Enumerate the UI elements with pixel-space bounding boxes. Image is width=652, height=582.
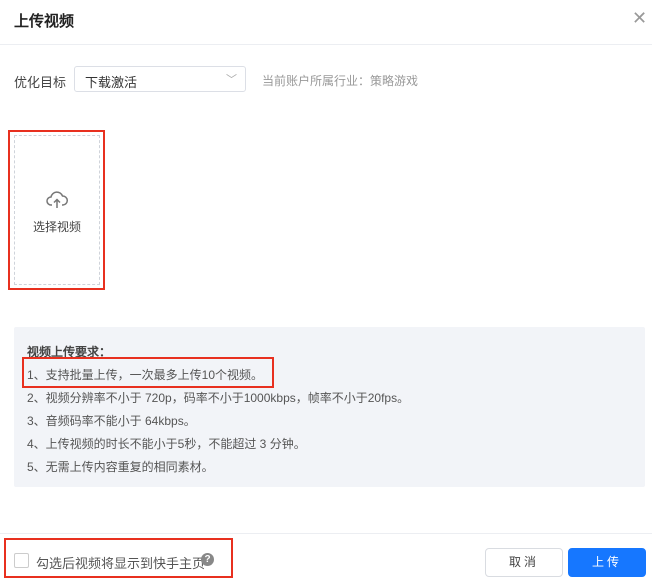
requirement-line: 3、音频码率不能小于 64kbps。 — [27, 414, 196, 428]
footer-divider — [0, 533, 652, 534]
requirement-line: 5、无需上传内容重复的相同素材。 — [27, 460, 214, 474]
highlight-box — [8, 130, 105, 290]
dialog-title: 上传视频 — [14, 13, 75, 30]
industry-hint: 当前账户所属行业：策略游戏 — [262, 74, 419, 88]
highlight-box — [4, 538, 233, 578]
close-icon[interactable]: ✕ — [632, 8, 647, 29]
requirement-line: 2、视频分辨率不小于 720p，码率不小于1000kbps，帧率不小于20fps… — [27, 391, 410, 405]
upload-button[interactable]: 上传 — [568, 548, 646, 577]
requirement-line: 4、上传视频的时长不能小于5秒，不能超过 3 分钟。 — [27, 437, 306, 451]
header-divider — [0, 44, 652, 45]
requirements-panel: 视频上传要求： 1、支持批量上传，一次最多上传10个视频。 2、视频分辨率不小于… — [14, 327, 645, 487]
chevron-down-icon: ﹀ — [226, 74, 237, 86]
optimize-target-label: 优化目标 — [14, 75, 67, 90]
highlight-box — [22, 357, 274, 388]
optimize-target-select[interactable]: 下载激活 ﹀ — [74, 66, 246, 92]
cancel-button[interactable]: 取消 — [485, 548, 563, 577]
optimize-target-value: 下载激活 — [85, 75, 138, 90]
